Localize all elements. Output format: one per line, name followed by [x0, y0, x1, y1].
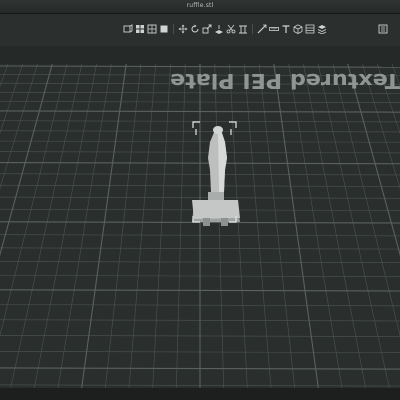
grid-icon[interactable] — [159, 24, 169, 34]
3d-viewport[interactable]: Textured PEI Plate — [0, 46, 400, 400]
rotate-icon[interactable] — [190, 24, 200, 34]
add-object-icon[interactable] — [123, 24, 133, 34]
toolbar-separator — [252, 24, 253, 34]
slice-icon[interactable] — [305, 24, 315, 34]
arrange-icon[interactable] — [135, 24, 145, 34]
toolbar-separator — [173, 24, 174, 34]
cut-icon[interactable] — [226, 24, 236, 34]
plate-label-text: Textured PEI Plate — [170, 69, 400, 93]
status-strip — [0, 388, 400, 400]
toolbar-icon-row — [123, 24, 327, 36]
seam-icon[interactable] — [257, 24, 267, 34]
place-on-face-icon[interactable] — [214, 24, 224, 34]
window-titlebar: ruffle.stl — [0, 0, 400, 14]
build-plate — [0, 46, 400, 400]
window-title: ruffle.stl — [186, 2, 214, 9]
orient-icon[interactable] — [147, 24, 157, 34]
move-icon[interactable] — [178, 24, 188, 34]
top-toolbar — [0, 14, 400, 46]
measure-icon[interactable] — [269, 24, 279, 34]
view-3d-icon[interactable] — [293, 24, 303, 34]
text-icon[interactable] — [281, 24, 291, 34]
scale-icon[interactable] — [202, 24, 212, 34]
plate-label: Textured PEI Plate — [170, 69, 400, 93]
settings-icon[interactable] — [378, 24, 388, 34]
layers-icon[interactable] — [317, 24, 327, 34]
supports-icon[interactable] — [238, 24, 248, 34]
